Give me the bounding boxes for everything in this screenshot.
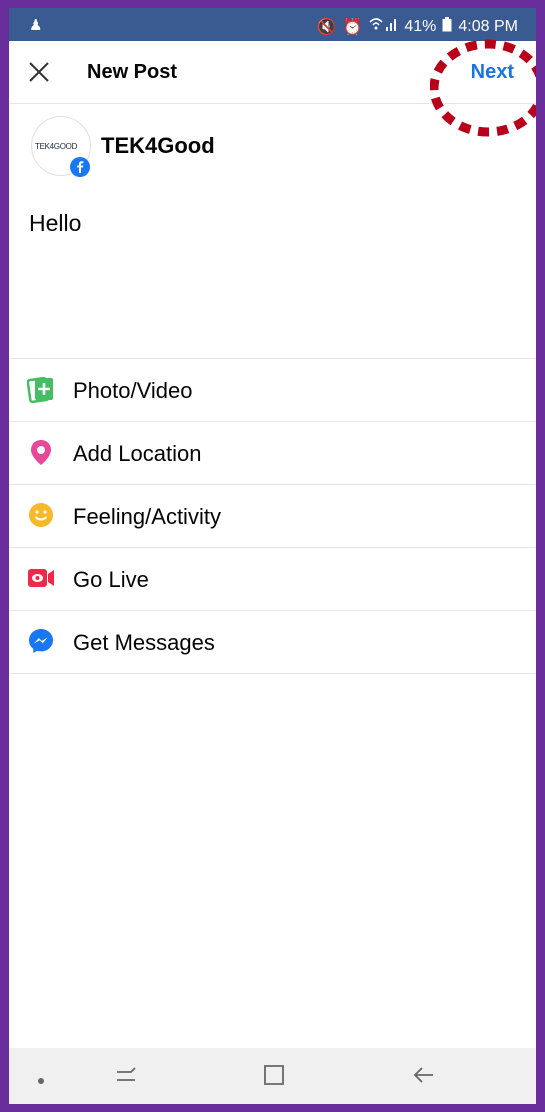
option-label: Photo/Video <box>73 378 193 403</box>
facebook-icon <box>70 157 90 177</box>
status-icons: 🔇 ⏰ 41% 4:08 PM <box>317 16 518 37</box>
recent-apps-icon[interactable] <box>113 1062 139 1093</box>
location-pin-icon <box>31 440 51 465</box>
option-feeling-activity[interactable]: Feeling/Activity <box>9 485 536 548</box>
option-go-live[interactable]: Go Live <box>9 548 536 611</box>
option-get-messages[interactable]: Get Messages <box>9 611 536 674</box>
alarm-icon: ⏰ <box>342 18 363 36</box>
profile-row: TEK4GOOD TEK4Good <box>9 104 536 184</box>
battery-percent: 41% <box>404 17 437 35</box>
photo-video-icon <box>27 376 53 403</box>
messenger-icon <box>29 629 53 653</box>
wifi-signal-icon <box>368 16 398 37</box>
notification-icon: ♟ <box>29 17 43 34</box>
option-label: Get Messages <box>73 630 215 655</box>
battery-icon <box>442 16 452 37</box>
option-photo-video[interactable]: Photo/Video <box>9 359 536 422</box>
post-options-list: Photo/Video Add Location Feeling/Activit… <box>9 358 536 674</box>
android-nav-bar <box>9 1048 536 1104</box>
option-add-location[interactable]: Add Location <box>9 422 536 485</box>
app-bar: New Post Next <box>9 39 536 137</box>
smiley-icon <box>29 503 53 527</box>
clock: 4:08 PM <box>458 17 518 35</box>
close-icon[interactable] <box>27 60 51 84</box>
option-label: Feeling/Activity <box>73 504 221 529</box>
dot-icon <box>37 1072 45 1090</box>
mute-icon: 🔇 <box>316 18 337 36</box>
avatar[interactable]: TEK4GOOD <box>31 116 91 177</box>
home-icon[interactable] <box>261 1062 287 1093</box>
status-bar: ♟ 🔇 ⏰ 41% 4:08 PM <box>9 8 536 41</box>
profile-name: TEK4Good <box>101 133 215 158</box>
option-label: Add Location <box>73 441 202 466</box>
page-title: New Post <box>87 61 178 83</box>
back-icon[interactable] <box>411 1062 437 1093</box>
post-text-input[interactable]: Hello <box>29 210 81 237</box>
phone-screen: ♟ 🔇 ⏰ 41% 4:08 PM New Post Next TEK4GOOD <box>9 8 536 1104</box>
live-camera-icon <box>28 569 54 587</box>
option-label: Go Live <box>73 567 149 592</box>
avatar-logo-text: TEK4GOOD <box>35 142 78 151</box>
